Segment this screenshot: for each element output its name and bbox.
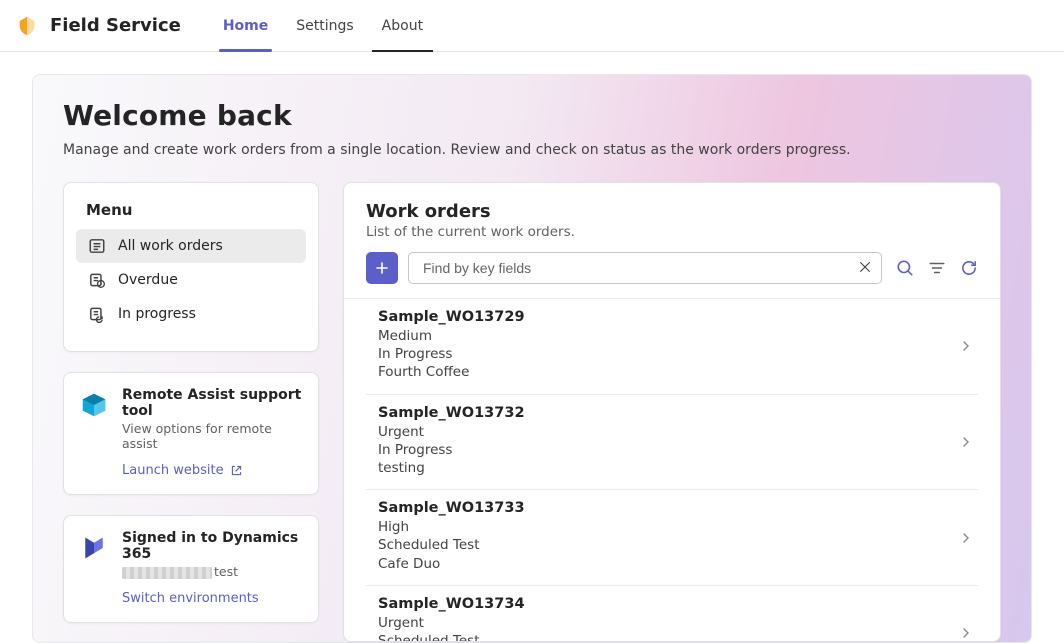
external-link-icon: [230, 464, 243, 477]
chevron-right-icon: [960, 532, 972, 544]
close-icon: [858, 260, 872, 274]
menu-item-label: In progress: [118, 306, 196, 322]
overdue-icon: [88, 271, 106, 289]
menu-item-in-progress[interactable]: In progress: [76, 297, 306, 331]
signed-in-env: test: [122, 564, 304, 579]
work-order-name: Sample_WO13733: [378, 500, 978, 516]
launch-website-link[interactable]: Launch website: [122, 463, 243, 478]
plus-icon: [374, 260, 390, 276]
work-order-status: In Progress: [378, 345, 978, 363]
work-order-row[interactable]: Sample_WO13729 MediumIn ProgressFourth Co…: [366, 299, 978, 395]
refresh-icon: [960, 259, 978, 277]
app-title: Field Service: [50, 15, 181, 36]
nav-tabs: HomeSettingsAbout: [209, 0, 437, 52]
work-order-account: Fourth Coffee: [378, 363, 978, 381]
inprogress-icon: [88, 305, 106, 323]
signed-in-title: Signed in to Dynamics 365: [122, 530, 304, 562]
signed-in-card: Signed in to Dynamics 365 test Switch en…: [63, 515, 319, 623]
page-title: Welcome back: [63, 99, 1001, 132]
hero-panel: Welcome back Manage and create work orde…: [32, 74, 1032, 643]
tab-home[interactable]: Home: [209, 0, 282, 52]
clear-search-button[interactable]: [858, 260, 874, 276]
tab-settings[interactable]: Settings: [282, 0, 367, 52]
remote-assist-card: Remote Assist support tool View options …: [63, 372, 319, 495]
work-order-priority: Urgent: [378, 423, 978, 441]
work-orders-toolbar: [366, 252, 978, 284]
work-order-name: Sample_WO13729: [378, 309, 978, 325]
menu-card: Menu All work orders Overdue In progress: [63, 182, 319, 352]
work-order-row[interactable]: Sample_WO13734UrgentScheduled TestCafe D…: [366, 586, 978, 641]
work-order-row[interactable]: Sample_WO13732 UrgentIn Progresstesting: [366, 395, 978, 491]
page-subtitle: Manage and create work orders from a sin…: [63, 142, 1001, 158]
dynamics-icon: [78, 532, 110, 564]
search-button[interactable]: [896, 259, 914, 277]
filter-button[interactable]: [928, 259, 946, 277]
menu-item-all-work-orders[interactable]: All work orders: [76, 229, 306, 263]
work-orders-card: Work orders List of the current work ord…: [343, 182, 1001, 642]
work-order-status: In Progress: [378, 441, 978, 459]
remote-assist-title: Remote Assist support tool: [122, 387, 304, 419]
work-orders-list: Sample_WO13729MediumIn ProgressFourth Co…: [366, 299, 978, 641]
redacted-env-name: [122, 567, 212, 579]
top-bar: Field Service HomeSettingsAbout: [0, 0, 1064, 52]
menu-item-overdue[interactable]: Overdue: [76, 263, 306, 297]
chevron-right-icon: [960, 627, 972, 639]
chevron-right-icon: [960, 340, 972, 352]
app-logo-icon: [16, 15, 38, 37]
chevron-right-icon: [960, 436, 972, 448]
work-order-account: Cafe Duo: [378, 555, 978, 573]
menu-item-label: All work orders: [118, 238, 223, 254]
refresh-button[interactable]: [960, 259, 978, 277]
menu-title: Menu: [76, 201, 306, 229]
work-order-priority: Medium: [378, 327, 978, 345]
menu-item-label: Overdue: [118, 272, 178, 288]
work-order-status: Scheduled Test: [378, 536, 978, 554]
search-icon: [896, 259, 914, 277]
add-work-order-button[interactable]: [366, 252, 398, 284]
remote-assist-subtitle: View options for remote assist: [122, 421, 304, 451]
work-order-row[interactable]: Sample_WO13733 HighScheduled TestCafe Duo: [366, 490, 978, 586]
work-orders-title: Work orders: [366, 201, 978, 222]
remote-assist-icon: [78, 389, 110, 421]
search-input[interactable]: [408, 252, 882, 284]
filter-icon: [928, 259, 946, 277]
tab-about[interactable]: About: [368, 0, 437, 52]
work-order-name: Sample_WO13734: [378, 596, 978, 612]
work-order-status: Scheduled Test: [378, 632, 978, 641]
launch-website-label: Launch website: [122, 463, 224, 478]
work-order-priority: High: [378, 518, 978, 536]
list-icon: [88, 237, 106, 255]
switch-env-link[interactable]: Switch environments: [122, 591, 259, 606]
work-order-account: testing: [378, 459, 978, 477]
work-order-priority: Urgent: [378, 614, 978, 632]
work-orders-subtitle: List of the current work orders.: [366, 224, 978, 240]
work-order-name: Sample_WO13732: [378, 405, 978, 421]
